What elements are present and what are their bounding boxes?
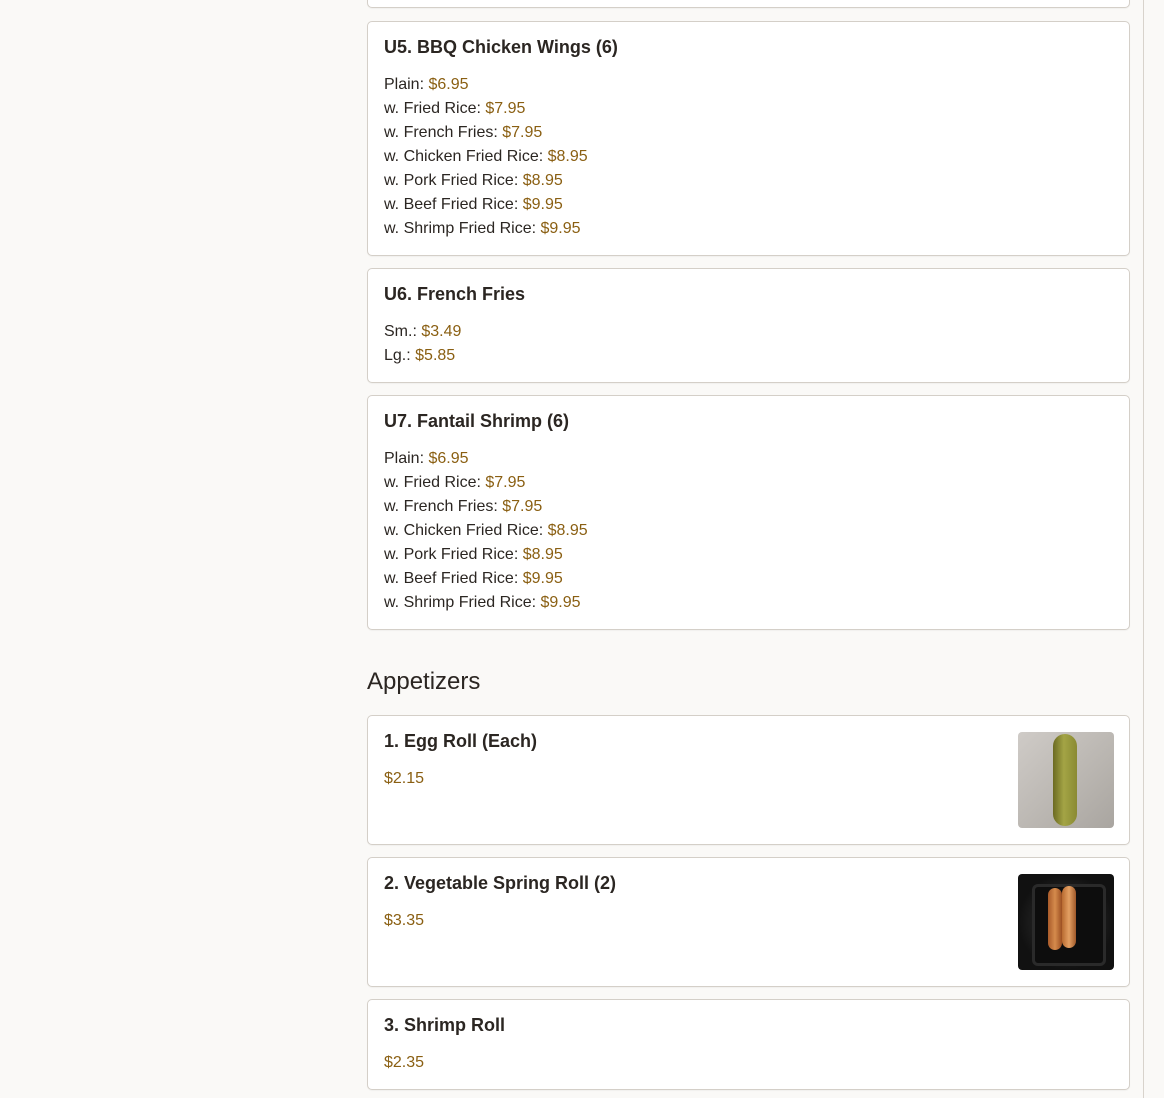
egg-roll-image-shape (1053, 734, 1077, 826)
spring-roll-image-shape (1048, 888, 1062, 950)
price-option-label: w. Fried Rice: (384, 474, 486, 491)
price-option-price: $6.95 (428, 76, 469, 93)
section-heading-appetizers: Appetizers (367, 668, 481, 695)
price-option-label: w. Pork Fried Rice: (384, 546, 523, 563)
egg-roll-photo[interactable] (1018, 732, 1114, 828)
price-option-price: $8.95 (522, 546, 563, 563)
price-option-price: $7.95 (502, 124, 543, 141)
price-option: w. Fried Rice: $7.95 (384, 471, 588, 495)
price-option-label: Sm.: (384, 323, 422, 340)
price-option-price: $3.49 (421, 323, 462, 340)
menu-item-card[interactable]: 2. Vegetable Spring Roll (2) $3.35 (367, 857, 1130, 987)
menu-item-price: $3.35 (384, 912, 425, 929)
menu-item-card[interactable]: U5. BBQ Chicken Wings (6) Plain: $6.95 w… (367, 21, 1130, 256)
price-options-list: Plain: $6.95 w. Fried Rice: $7.95 w. Fre… (384, 447, 588, 615)
price-option-label: Plain: (384, 450, 429, 467)
price-option-price: $9.95 (540, 594, 581, 611)
price-option-price: $9.95 (522, 196, 563, 213)
price-option-price: $9.95 (540, 220, 581, 237)
price-option: Sm.: $3.49 (384, 320, 461, 344)
menu-item-name: U6. French Fries (384, 284, 526, 304)
price-option: w. Fried Rice: $7.95 (384, 97, 588, 121)
spring-roll-image-shape (1062, 886, 1076, 948)
price-option-price: $7.95 (502, 498, 543, 515)
price-option-label: w. Beef Fried Rice: (384, 570, 523, 587)
price-option-label: w. Fried Rice: (384, 100, 486, 117)
menu-page: U5. BBQ Chicken Wings (6) Plain: $6.95 w… (0, 0, 1164, 1098)
price-option-price: $5.85 (415, 347, 456, 364)
price-option-price: $8.95 (522, 172, 563, 189)
price-option: w. Chicken Fried Rice: $8.95 (384, 145, 588, 169)
price-option-label: w. Chicken Fried Rice: (384, 522, 548, 539)
price-option-label: w. French Fries: (384, 124, 503, 141)
spring-roll-photo[interactable] (1018, 874, 1114, 970)
price-option-price: $8.95 (547, 148, 588, 165)
menu-item-name: 1. Egg Roll (Each) (384, 731, 538, 751)
price-option: w. Beef Fried Rice: $9.95 (384, 567, 588, 591)
price-option: Lg.: $5.85 (384, 344, 461, 368)
price-option: w. French Fries: $7.95 (384, 121, 588, 145)
price-option: w. Beef Fried Rice: $9.95 (384, 193, 588, 217)
price-option-label: w. Shrimp Fried Rice: (384, 594, 541, 611)
menu-item-card[interactable]: U7. Fantail Shrimp (6) Plain: $6.95 w. F… (367, 395, 1130, 630)
price-option-price: $7.95 (485, 100, 526, 117)
price-option: Plain: $6.95 (384, 447, 588, 471)
price-option-label: w. Beef Fried Rice: (384, 196, 523, 213)
price-option: w. Pork Fried Rice: $8.95 (384, 169, 588, 193)
price-option-price: $8.95 (547, 522, 588, 539)
price-option: w. French Fries: $7.95 (384, 495, 588, 519)
price-option-label: w. Shrimp Fried Rice: (384, 220, 541, 237)
menu-item-card-partial[interactable] (367, 0, 1130, 8)
price-option-label: w. French Fries: (384, 498, 503, 515)
menu-item-name: 3. Shrimp Roll (384, 1015, 506, 1035)
price-option: w. Shrimp Fried Rice: $9.95 (384, 217, 588, 241)
menu-item-name: U7. Fantail Shrimp (6) (384, 411, 570, 431)
price-options-list: Sm.: $3.49 Lg.: $5.85 (384, 320, 461, 368)
price-option: w. Chicken Fried Rice: $8.95 (384, 519, 588, 543)
price-option-label: Plain: (384, 76, 429, 93)
menu-item-price: $2.35 (384, 1054, 425, 1071)
menu-item-card[interactable]: 3. Shrimp Roll $2.35 (367, 999, 1130, 1090)
menu-item-price: $2.15 (384, 770, 425, 787)
menu-item-name: 2. Vegetable Spring Roll (2) (384, 873, 617, 893)
price-option-price: $6.95 (428, 450, 469, 467)
menu-item-name: U5. BBQ Chicken Wings (6) (384, 37, 618, 57)
price-options-list: Plain: $6.95 w. Fried Rice: $7.95 w. Fre… (384, 73, 588, 241)
price-option-label: Lg.: (384, 347, 416, 364)
price-option: Plain: $6.95 (384, 73, 588, 97)
price-option-price: $9.95 (522, 570, 563, 587)
price-option-label: w. Chicken Fried Rice: (384, 148, 548, 165)
content-divider (1143, 0, 1144, 1098)
price-option: w. Pork Fried Rice: $8.95 (384, 543, 588, 567)
price-option: w. Shrimp Fried Rice: $9.95 (384, 591, 588, 615)
menu-item-card[interactable]: 1. Egg Roll (Each) $2.15 (367, 715, 1130, 845)
price-option-label: w. Pork Fried Rice: (384, 172, 523, 189)
menu-item-card[interactable]: U6. French Fries Sm.: $3.49 Lg.: $5.85 (367, 268, 1130, 383)
price-option-price: $7.95 (485, 474, 526, 491)
